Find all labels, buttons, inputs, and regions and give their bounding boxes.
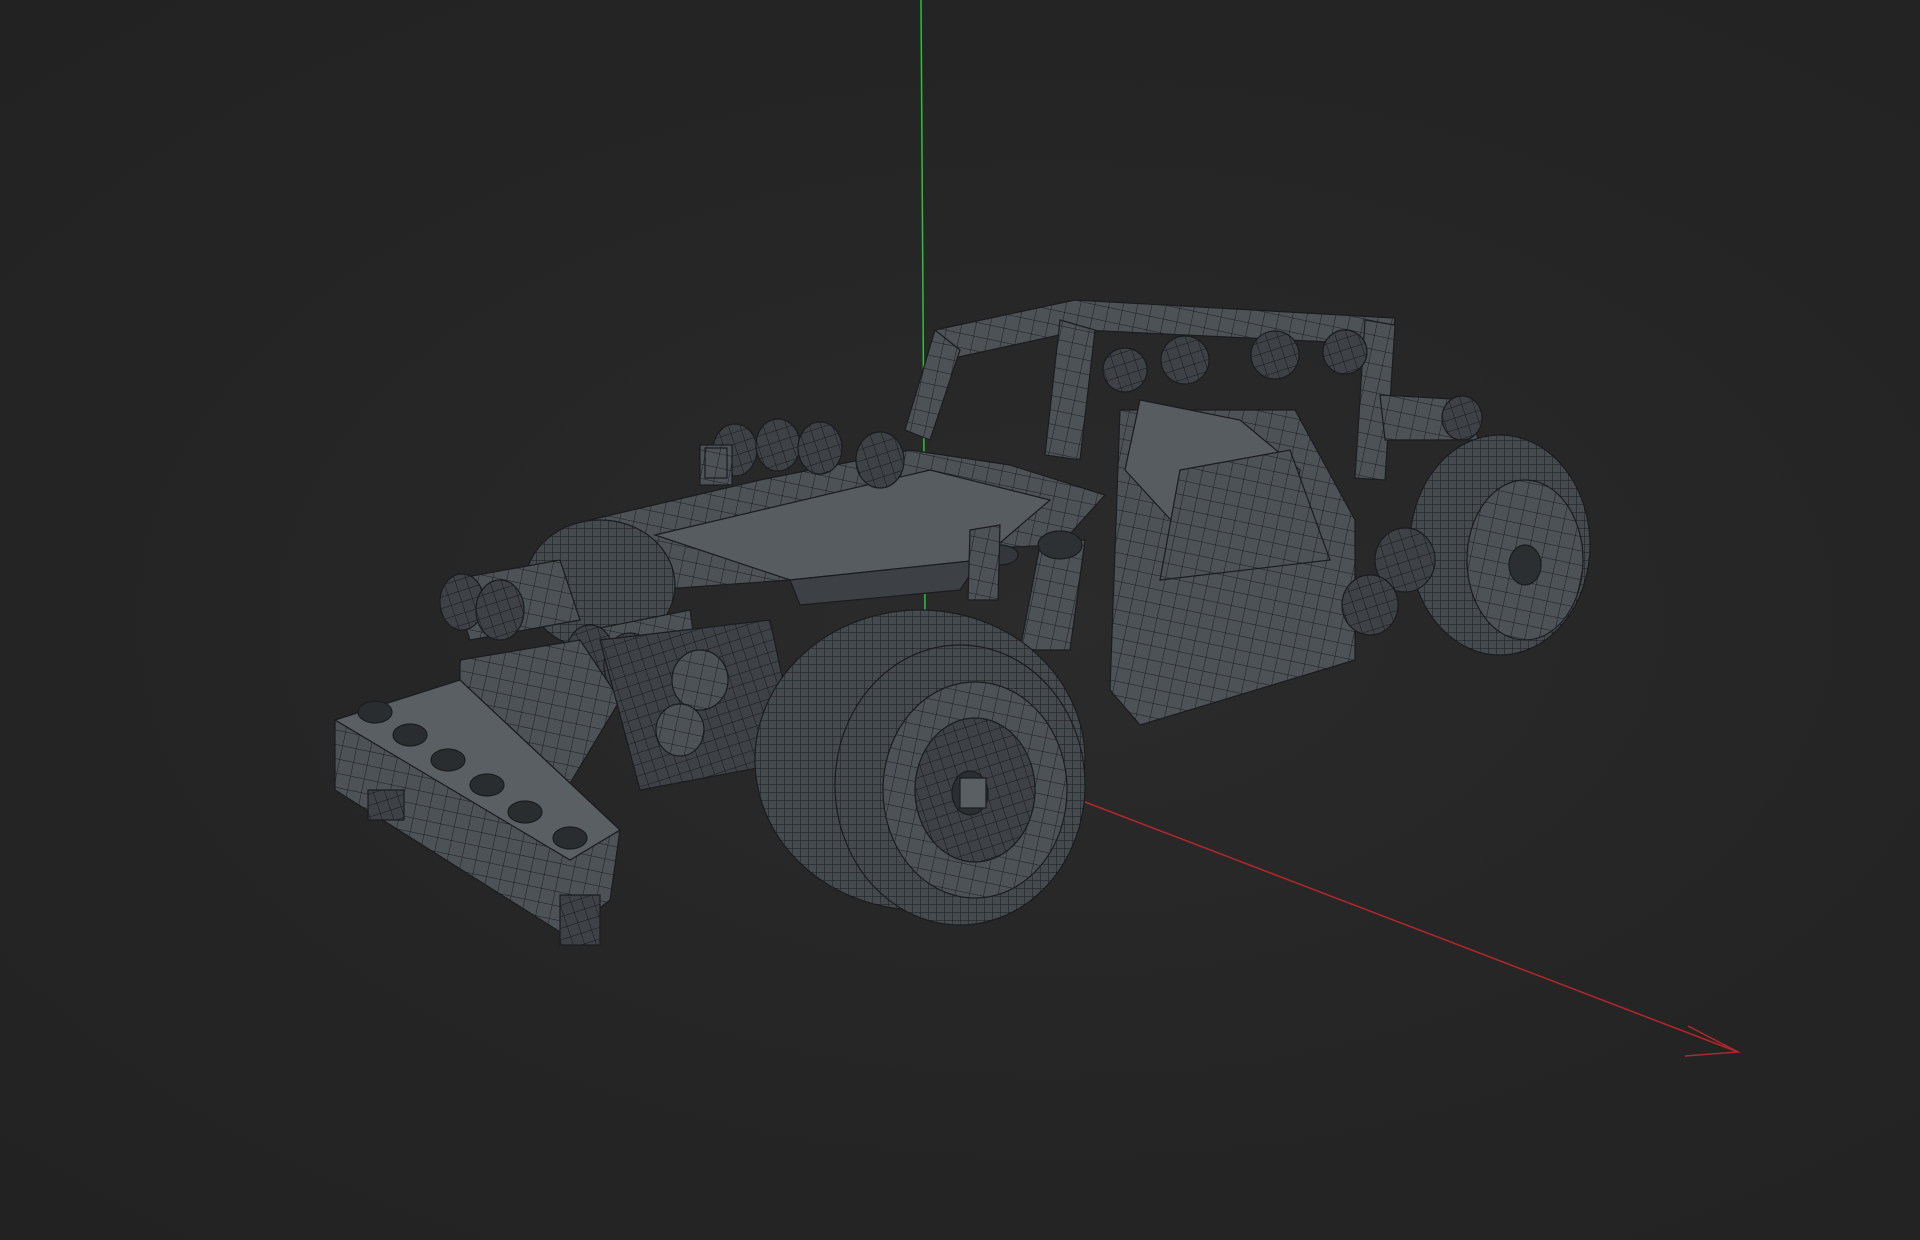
x-axis-arrow-icon bbox=[1684, 1025, 1741, 1057]
viewport-canvas[interactable] bbox=[0, 0, 1920, 1240]
x-axis-line bbox=[1084, 801, 1739, 1053]
car-model[interactable] bbox=[333, 299, 1591, 946]
rear-wheel bbox=[1409, 434, 1591, 656]
3d-viewport[interactable] bbox=[0, 0, 1920, 1240]
x-axis bbox=[1084, 801, 1741, 1057]
front-wheel bbox=[754, 609, 1086, 926]
